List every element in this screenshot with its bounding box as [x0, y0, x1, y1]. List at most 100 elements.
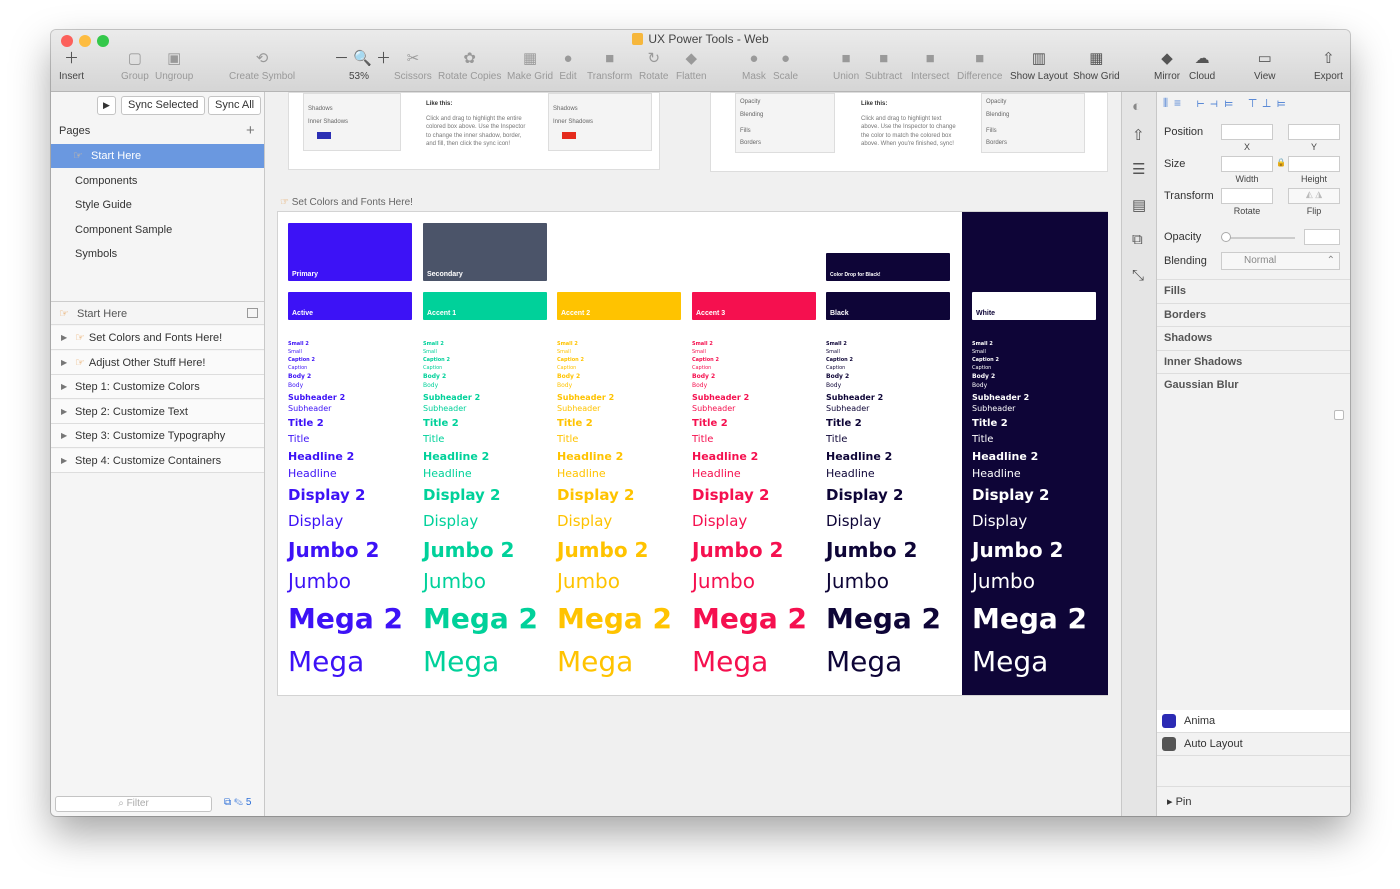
flip-buttons[interactable]: ◭ ◮ — [1288, 188, 1340, 204]
artboard-icon[interactable] — [247, 308, 258, 318]
export-icon: ⇧ — [1322, 50, 1335, 67]
upload-icon[interactable]: ⇧ — [1132, 126, 1145, 144]
y-input[interactable] — [1288, 124, 1340, 140]
canvas[interactable]: Shadows Inner Shadows Like this: Click a… — [265, 92, 1121, 816]
style-artboard[interactable]: Primary Secondary Color Drop for Black! Act… — [277, 211, 1108, 696]
toolbar-button-9[interactable]: ■ Transform — [587, 50, 632, 82]
swatch-0[interactable]: Primary — [288, 223, 412, 281]
toolbar-button-5[interactable]: ✂ Scissors — [394, 50, 432, 82]
mirror-icon: ◆ — [1161, 50, 1173, 67]
artboard-title[interactable]: ☞ Set Colors and Fonts Here! — [280, 197, 413, 208]
width-input[interactable] — [1221, 156, 1273, 172]
pin-row[interactable]: ▸ Pin — [1157, 786, 1350, 816]
disclosure-triangle-icon[interactable]: ▶ — [61, 375, 67, 399]
toolbar-button-6[interactable]: ✿ Rotate Copies — [438, 50, 501, 82]
swatch-black[interactable]: Black — [826, 292, 950, 320]
page-item[interactable]: Style Guide — [51, 193, 264, 217]
opacity-slider[interactable] — [1223, 237, 1295, 239]
section-inner-shadows[interactable]: Inner Shadows — [1157, 349, 1350, 373]
toolbar-button-0[interactable]: ＋ Insert — [59, 50, 84, 82]
toolbar-button-4[interactable]: － 🔍 ＋ 53% — [334, 50, 391, 82]
type-sample: Display — [557, 512, 613, 530]
swatch-1[interactable]: Secondary — [423, 223, 547, 281]
section-gaussian-blur[interactable]: Gaussian Blur — [1157, 373, 1350, 396]
toolbar-button-3[interactable]: ⟲ Create Symbol — [229, 50, 295, 82]
toolbar-label: Rotate — [639, 71, 669, 82]
page-item[interactable]: Component Sample — [51, 218, 264, 242]
rotate-input[interactable] — [1221, 188, 1273, 204]
toolbar-button-18[interactable]: ▥ Show Layout — [1010, 50, 1068, 82]
mask-icon: ● — [749, 50, 759, 67]
toolbar-button-12[interactable]: ● Mask — [742, 50, 766, 82]
toolbar-button-19[interactable]: ▦ Show Grid — [1073, 50, 1120, 82]
swatch-accent-3[interactable]: Accent 3 — [692, 292, 816, 320]
toolbar-button-7[interactable]: ▦ Make Grid — [507, 50, 553, 82]
toolbar-button-14[interactable]: ■ Union — [833, 50, 859, 82]
swatch-accent-1[interactable]: Accent 1 — [423, 292, 547, 320]
disclosure-triangle-icon[interactable]: ▶ — [61, 351, 67, 375]
add-page-icon[interactable]: + — [246, 122, 255, 139]
opacity-slider-knob[interactable] — [1221, 232, 1231, 242]
swatch-2[interactable]: Color Drop for Black! — [826, 253, 950, 281]
stack-icon[interactable]: ☰ — [1132, 160, 1145, 178]
x-input[interactable] — [1221, 124, 1273, 140]
toolbar-button-8[interactable]: ● Edit — [559, 50, 577, 82]
lock-icon[interactable]: 🔒 — [1276, 158, 1286, 167]
type-sample: Mega 2 — [972, 602, 1088, 635]
sync-selected-button[interactable]: Sync Selected — [121, 96, 206, 115]
toolbar-button-16[interactable]: ■ Intersect — [911, 50, 949, 82]
layer-item[interactable]: ▶ ☞ Adjust Other Stuff Here! — [51, 350, 264, 375]
swatch-accent-2[interactable]: Accent 2 — [557, 292, 681, 320]
resize-icon[interactable]: ⤡ — [1132, 267, 1144, 284]
duplicate-icon[interactable]: ⧉ — [1132, 231, 1143, 248]
disclosure-triangle-icon[interactable]: ▶ — [61, 424, 67, 448]
rotate-icon: ↻ — [647, 50, 661, 67]
type-sample: Small 2 — [826, 341, 847, 347]
toolbar-button-21[interactable]: ☁ Cloud — [1189, 50, 1215, 82]
play-button[interactable]: ▶ — [97, 96, 116, 115]
opacity-input[interactable] — [1304, 229, 1340, 245]
toolbar-button-2[interactable]: ▣ Ungroup — [155, 50, 193, 82]
blur-checkbox[interactable] — [1334, 410, 1344, 420]
layer-item[interactable]: ▶ ☞ Set Colors and Fonts Here! — [51, 326, 264, 350]
toolbar-button-17[interactable]: ■ Difference — [957, 50, 1002, 82]
page-item[interactable]: Symbols — [51, 242, 264, 266]
toolbar-button-11[interactable]: ◆ Flatten — [676, 50, 707, 82]
swatch-active[interactable]: Active — [288, 292, 412, 320]
toolbar-button-1[interactable]: ▢ Group — [121, 50, 149, 82]
layer-item[interactable]: ▶ Step 2: Customize Text — [51, 399, 264, 424]
toolbar-button-22[interactable]: ▭ View — [1254, 50, 1276, 82]
plugin-anima[interactable]: Anima — [1157, 710, 1350, 733]
layer-item[interactable]: ▶ Step 4: Customize Containers — [51, 448, 264, 473]
page-item[interactable]: Components — [51, 169, 264, 193]
type-sample: Title — [423, 434, 445, 445]
plugin-auto-layout[interactable]: Auto Layout — [1157, 733, 1350, 756]
align-icons[interactable]: ⫴≡ ⊢⊣⊨ ⊤⊥⊨ — [1163, 96, 1292, 111]
height-input[interactable] — [1288, 156, 1340, 172]
toolbar-button-15[interactable]: ■ Subtract — [865, 50, 902, 82]
type-sample: Body 2 — [972, 373, 996, 380]
type-sample: Headline 2 — [826, 450, 893, 463]
swatch-white[interactable]: White — [972, 292, 1096, 320]
toolbar-button-10[interactable]: ↻ Rotate — [639, 50, 668, 82]
section-borders[interactable]: Borders — [1157, 302, 1350, 326]
section-shadows[interactable]: Shadows — [1157, 326, 1350, 349]
filter-input[interactable]: ⌕ Filter — [55, 796, 212, 812]
toolbar-button-20[interactable]: ◆ Mirror — [1154, 50, 1180, 82]
toolbar-button-13[interactable]: ● Scale — [773, 50, 798, 82]
sync-all-button[interactable]: Sync All — [208, 96, 262, 115]
type-sample: Body — [826, 382, 842, 389]
toolbar-button-23[interactable]: ⇧ Export — [1314, 50, 1343, 82]
section-fills[interactable]: Fills — [1157, 279, 1350, 302]
document-list-icon[interactable]: ▤ — [1132, 196, 1146, 214]
craft-icon[interactable]: ◐ — [1132, 98, 1141, 115]
disclosure-triangle-icon[interactable]: ▶ — [61, 326, 67, 350]
layer-item[interactable]: ▶ Step 3: Customize Typography — [51, 424, 264, 448]
layer-count[interactable]: ⧉ ✎ 5 — [224, 797, 251, 808]
page-item[interactable]: ☞ Start Here — [51, 144, 264, 168]
disclosure-triangle-icon[interactable]: ▶ — [61, 400, 67, 424]
layer-item[interactable]: ▶ Step 1: Customize Colors — [51, 375, 264, 399]
blending-select[interactable]: Normal ⌃ — [1221, 252, 1340, 270]
intersect-icon: ■ — [925, 50, 935, 67]
disclosure-triangle-icon[interactable]: ▶ — [61, 449, 67, 473]
